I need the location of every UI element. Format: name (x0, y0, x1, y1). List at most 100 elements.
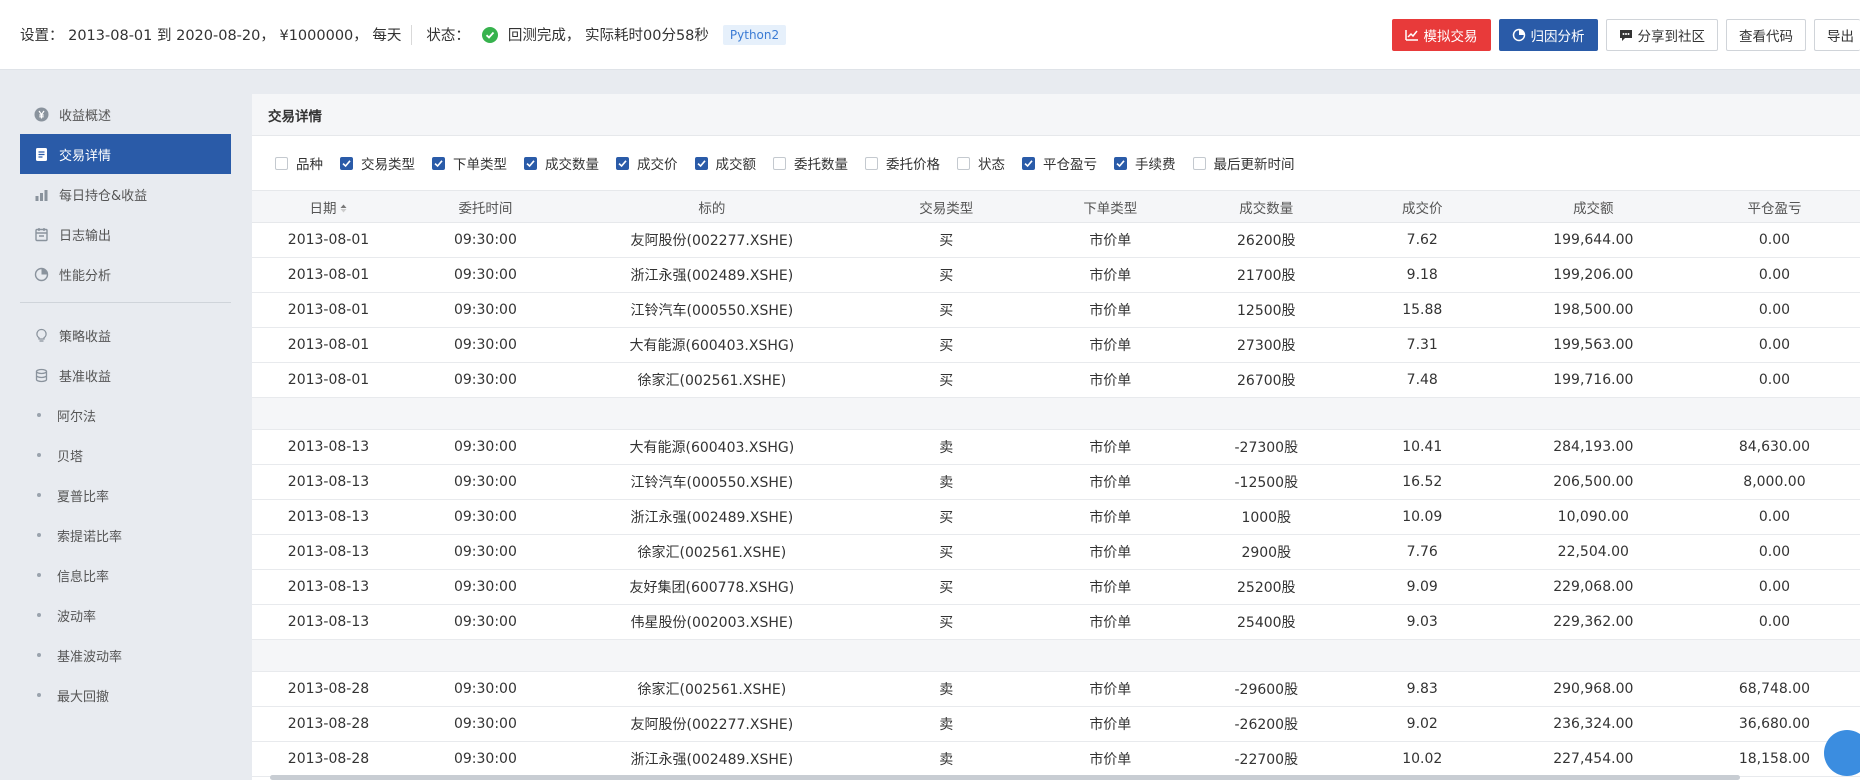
table-cell: 大有能源(600403.XSHG) (629, 440, 795, 456)
table-cell: 9.03 (1406, 614, 1438, 630)
sidebar-sub-sortino[interactable]: 索提诺比率 (20, 515, 231, 555)
trade-details-panel: 交易详情 品种 交易类型 下单类型 成交数量 成交价 成交额 委托数量 委托价格 状态 平仓盈亏手… (252, 94, 1860, 780)
table-row[interactable]: 2013-08-01 09:30:00 徐家汇(002561.XSHE) 买 市价单 26… (252, 363, 1860, 398)
table-cell: 0.00 (1758, 267, 1791, 283)
table-cell: 卖 (939, 440, 954, 456)
horizontal-scrollbar[interactable] (270, 775, 1740, 780)
sidebar-sub-sharpe[interactable]: 夏普比率 (20, 475, 231, 515)
sidebar-sub-beta[interactable]: 贝塔 (20, 435, 231, 475)
table-row[interactable]: 2013-08-28 09:30:00 浙江永强(002489.XSHE) 卖 市价单 -… (252, 742, 1860, 777)
filter-checkbox-5[interactable]: 成交额 (694, 153, 756, 173)
filter-checkbox-2[interactable]: 下单类型 (432, 153, 507, 173)
bullet-dot (37, 613, 41, 617)
table-row[interactable]: 2013-08-13 09:30:00 伟星股份(002003.XSHE) 买 市价单 2… (252, 605, 1860, 640)
sidebar-sub-volatility[interactable]: 波动率 (20, 595, 231, 635)
checkbox-checked-icon[interactable] (524, 156, 537, 170)
table-cell: -26200股 (1234, 717, 1299, 733)
table-row[interactable]: 2013-08-13 09:30:00 徐家汇(002561.XSHE) 买 市价单 29… (252, 535, 1860, 570)
filter-checkbox-4[interactable]: 成交价 (616, 153, 678, 173)
checkbox-unchecked-icon[interactable] (773, 156, 786, 170)
checkbox-checked-icon[interactable] (694, 156, 708, 170)
checkbox-unchecked-icon[interactable] (957, 156, 970, 170)
filter-checkbox-1[interactable]: 交易类型 (340, 153, 415, 173)
share-community-button[interactable]: 分享到社区 (1605, 19, 1718, 51)
table-row[interactable]: 2013-08-13 09:30:00 江铃汽车(000550.XSHE) 卖 市价单 -… (252, 465, 1860, 500)
sidebar-item-strategy-returns[interactable]: 策略收益 (20, 315, 231, 355)
table-cell: 买 (939, 580, 954, 596)
table-cell: 229,362.00 (1553, 614, 1634, 630)
table-cell: 229,068.00 (1553, 579, 1634, 595)
trade-table: 日期 委托时间 标的 交易类型 下单类型 成交数量 成交价 成交额 平仓盈亏 2013-08-0… (252, 190, 1860, 777)
table-row[interactable]: 2013-08-28 09:30:00 友阿股份(002277.XSHE) 卖 市价单 -… (252, 707, 1860, 742)
table-cell: 买 (939, 233, 954, 249)
sidebar-item-benchmark-returns[interactable]: 基准收益 (20, 355, 231, 395)
table-cell: 09:30:00 (453, 614, 517, 630)
filter-checkbox-9[interactable]: 平仓盈亏 (1022, 153, 1097, 173)
checkbox-unchecked-icon[interactable] (1192, 156, 1206, 170)
table-row[interactable]: 2013-08-13 09:30:00 大有能源(600403.XSHG) 卖 市价单 -… (252, 430, 1860, 465)
bullet-dot (37, 693, 41, 697)
checkbox-checked-icon[interactable] (1114, 156, 1127, 170)
bullet-dot (37, 453, 41, 457)
sidebar-item-daily-positions[interactable]: 每日持仓&收益 (20, 174, 231, 214)
table-cell: 09:30:00 (453, 681, 517, 697)
checkbox-unchecked-icon[interactable] (275, 156, 288, 170)
filter-checkbox-3[interactable]: 成交数量 (524, 153, 599, 173)
filter-checkbox-8[interactable]: 状态 (957, 153, 1005, 173)
bar-chart-icon (34, 187, 49, 202)
sidebar-sub-information-ratio[interactable]: 信息比率 (20, 555, 231, 595)
table-cell: 买 (939, 545, 954, 561)
table-cell: 10.41 (1402, 439, 1443, 455)
table-row[interactable]: 2013-08-01 09:30:00 友阿股份(002277.XSHE) 买 市价单 2… (252, 223, 1860, 258)
sidebar-item-log-output[interactable]: 日志输出 (20, 214, 231, 254)
table-row[interactable]: 2013-08-01 09:30:00 江铃汽车(000550.XSHE) 买 市价单 1… (252, 293, 1860, 328)
panel-title: 交易详情 (252, 94, 1860, 136)
filter-checkbox-7[interactable]: 委托价格 (865, 153, 940, 173)
sort-icon[interactable] (340, 201, 347, 217)
checkbox-checked-icon[interactable] (340, 156, 353, 170)
checkbox-checked-icon[interactable] (1022, 156, 1035, 170)
table-cell: 徐家汇(002561.XSHE) (637, 373, 787, 389)
table-cell: 68,748.00 (1738, 681, 1811, 697)
attribution-analysis-button[interactable]: 归因分析 (1498, 19, 1598, 51)
filter-checkbox-11[interactable]: 最后更新时间 (1192, 153, 1295, 173)
table-row[interactable]: 2013-08-28 09:30:00 徐家汇(002561.XSHE) 卖 市价单 -2… (252, 672, 1860, 707)
filter-checkbox-0[interactable]: 品种 (275, 153, 323, 173)
sidebar-sub-benchmark-volatility[interactable]: 基准波动率 (20, 635, 231, 675)
table-cell: 2013-08-28 (287, 751, 370, 767)
table-cell: 2013-08-13 (287, 614, 370, 630)
sidebar-item-returns-overview[interactable]: 收益概述 (20, 94, 231, 134)
check-circle-icon (481, 26, 498, 43)
table-row[interactable]: 2013-08-01 09:30:00 浙江永强(002489.XSHE) 买 市价单 2… (252, 258, 1860, 293)
table-cell: 大有能源(600403.XSHG) (629, 338, 795, 354)
table-cell: 199,563.00 (1553, 337, 1634, 353)
simulate-trade-button[interactable]: 模拟交易 (1391, 19, 1491, 51)
sidebar-sub-label: 基准波动率 (57, 649, 123, 665)
column-header: 平仓盈亏 (1689, 191, 1860, 223)
table-cell: 26700股 (1237, 373, 1296, 389)
table-cell: 市价单 (1089, 682, 1132, 698)
checkbox-checked-icon[interactable] (616, 156, 629, 170)
table-row[interactable]: 2013-08-13 09:30:00 浙江永强(002489.XSHE) 买 市价单 1… (252, 500, 1860, 535)
table-cell: 2013-08-28 (287, 716, 370, 732)
table-row[interactable]: 2013-08-13 09:30:00 友好集团(600778.XSHG) 买 市价单 2… (252, 570, 1860, 605)
table-cell: 7.48 (1406, 372, 1438, 388)
column-header-label: 下单类型 (1083, 200, 1138, 217)
view-code-button[interactable]: 查看代码 (1726, 19, 1806, 51)
sidebar-sub-max-drawdown[interactable]: 最大回撤 (20, 675, 231, 715)
table-cell: 2013-08-13 (287, 439, 370, 455)
table-cell: 9.83 (1406, 681, 1438, 697)
column-header[interactable]: 日期 (252, 191, 405, 223)
column-header: 委托时间 (405, 191, 566, 223)
table-row[interactable]: 2013-08-01 09:30:00 大有能源(600403.XSHG) 买 市价单 2… (252, 328, 1860, 363)
checkbox-unchecked-icon[interactable] (865, 156, 878, 170)
sidebar-sub-alpha[interactable]: 阿尔法 (20, 395, 231, 435)
table-cell: 市价单 (1089, 303, 1132, 319)
checkbox-checked-icon[interactable] (432, 156, 445, 170)
table-cell: 伟星股份(002003.XSHE) (630, 615, 794, 631)
sidebar-item-performance[interactable]: 性能分析 (20, 254, 231, 294)
filter-checkbox-10[interactable]: 手续费 (1114, 153, 1176, 173)
export-button[interactable]: 导出 (1814, 19, 1860, 51)
sidebar-item-trade-details[interactable]: 交易详情 (20, 134, 231, 174)
filter-checkbox-6[interactable]: 委托数量 (773, 153, 848, 173)
